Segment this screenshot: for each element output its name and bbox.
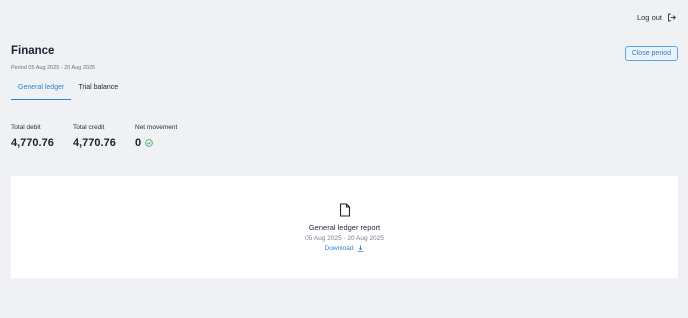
net-movement-stat: Net movement 0 bbox=[135, 124, 197, 149]
tab-bar: General ledger Trial balance bbox=[11, 80, 125, 100]
close-period-button[interactable]: Close period bbox=[624, 46, 678, 61]
page-title: Finance bbox=[11, 45, 55, 57]
total-debit-value: 4,770.76 bbox=[11, 137, 54, 149]
tab-trial-balance[interactable]: Trial balance bbox=[71, 80, 125, 100]
total-credit-value: 4,770.76 bbox=[73, 137, 116, 149]
download-link[interactable]: Download bbox=[325, 245, 365, 252]
tab-general-ledger[interactable]: General ledger bbox=[11, 80, 72, 100]
document-icon bbox=[339, 203, 350, 217]
logout-label: Log out bbox=[636, 13, 662, 22]
summary-stats: Total debit 4,770.76 Total credit 4,770.… bbox=[11, 124, 197, 149]
logout-button[interactable]: Log out bbox=[637, 13, 676, 22]
report-title: General ledger report bbox=[308, 223, 381, 232]
check-circle-icon bbox=[145, 139, 153, 147]
net-movement-value: 0 bbox=[135, 137, 142, 149]
report-dates: 05 Aug 2025 - 20 Aug 2025 bbox=[305, 235, 384, 242]
total-credit-label: Total credit bbox=[73, 124, 105, 131]
download-label: Download bbox=[324, 245, 354, 252]
net-movement-label: Net movement bbox=[135, 124, 178, 131]
finance-page: Log out Finance Period 05 Aug 2025 - 20 … bbox=[0, 0, 688, 318]
download-icon bbox=[358, 245, 364, 252]
total-debit-stat: Total debit 4,770.76 bbox=[11, 124, 73, 149]
total-debit-label: Total debit bbox=[11, 124, 41, 131]
total-credit-stat: Total credit 4,770.76 bbox=[73, 124, 135, 149]
logout-icon bbox=[668, 13, 676, 22]
period-range: Period 05 Aug 2025 - 20 Aug 2025 bbox=[11, 65, 96, 71]
report-card: General ledger report 05 Aug 2025 - 20 A… bbox=[11, 176, 678, 278]
